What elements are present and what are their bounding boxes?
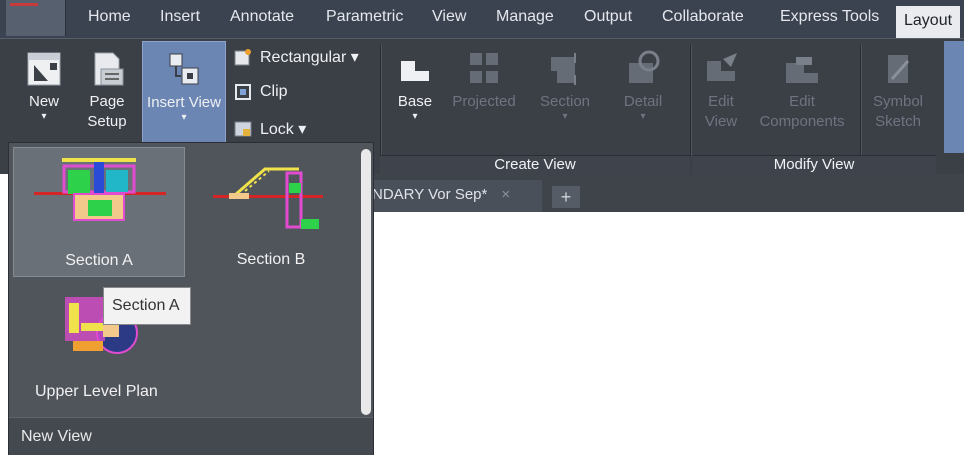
ribbon-tab-bar: Home Insert Annotate Parametric View Man…	[0, 0, 964, 38]
new-layout-icon	[24, 49, 64, 89]
close-tab-icon[interactable]: ×	[501, 186, 510, 203]
section-view-icon	[545, 49, 585, 89]
rectangular-viewport-button[interactable]: Rectangular ▾	[234, 47, 359, 67]
tab-express-tools[interactable]: Express Tools	[780, 8, 879, 26]
gallery-item-section-a[interactable]: Section A	[13, 147, 185, 277]
tab-insert[interactable]: Insert	[160, 8, 200, 26]
base-view-button[interactable]: Base ▾	[392, 49, 438, 122]
page-setup-button[interactable]: Page Setup	[78, 49, 136, 132]
section-b-thumbnail	[213, 167, 323, 229]
tab-view[interactable]: View	[432, 8, 466, 26]
insert-view-button[interactable]: Insert View ▾	[142, 41, 226, 143]
edit-view-button[interactable]: Edit View	[698, 49, 744, 132]
edit-view-icon	[701, 49, 741, 89]
lock-viewport-icon	[234, 120, 252, 138]
application-menu-button[interactable]	[6, 0, 66, 36]
new-tab-button[interactable]: +	[552, 186, 580, 208]
drawing-tab[interactable]: NDARY Vor Sep* ×	[372, 180, 542, 212]
lock-button[interactable]: Lock ▾	[234, 119, 306, 139]
modify-view-panel-title: Modify View	[692, 155, 936, 175]
section-a-thumbnail	[34, 158, 166, 221]
tab-output[interactable]: Output	[584, 8, 632, 26]
create-view-panel-title: Create View	[380, 155, 690, 175]
update-view-button[interactable]	[944, 41, 964, 153]
tab-manage[interactable]: Manage	[496, 8, 554, 26]
gallery-scrollbar[interactable]	[361, 149, 371, 415]
file-tab-bar: NDARY Vor Sep* × +	[372, 174, 964, 212]
gallery-item-label: Upper Level Plan	[35, 383, 158, 400]
clip-icon	[234, 83, 252, 101]
clip-button[interactable]: Clip	[234, 83, 288, 101]
projected-view-button[interactable]: Projected	[446, 49, 522, 112]
symbol-sketch-icon	[878, 49, 918, 89]
section-view-button[interactable]: Section ▾	[534, 49, 596, 122]
tab-annotate[interactable]: Annotate	[230, 8, 294, 26]
base-view-icon	[395, 49, 435, 89]
detail-view-icon	[623, 49, 663, 89]
gallery-item-label: Section B	[236, 251, 306, 268]
edit-components-icon	[782, 49, 822, 89]
page-setup-icon	[87, 49, 127, 89]
new-view-button[interactable]: New View	[9, 417, 373, 455]
gallery-item-label: Section A	[65, 252, 133, 269]
tab-parametric[interactable]: Parametric	[326, 8, 403, 26]
tab-home[interactable]: Home	[88, 8, 131, 26]
tab-collaborate[interactable]: Collaborate	[662, 8, 744, 26]
new-layout-button[interactable]: New ▾	[18, 49, 70, 122]
rectangular-viewport-icon	[234, 48, 252, 66]
tooltip: Section A	[103, 287, 191, 325]
edit-components-button[interactable]: Edit Components	[750, 49, 854, 132]
model-space-view-gallery: Section A Section B Upper Level Plan New…	[8, 142, 374, 455]
detail-view-button[interactable]: Detail ▾	[618, 49, 668, 122]
gallery-item-section-b[interactable]: Section B	[189, 147, 353, 277]
tab-layout[interactable]: Layout	[896, 6, 961, 38]
projected-view-icon	[464, 49, 504, 89]
symbol-sketch-button[interactable]: Symbol Sketch	[866, 49, 930, 132]
insert-view-icon	[164, 50, 204, 90]
